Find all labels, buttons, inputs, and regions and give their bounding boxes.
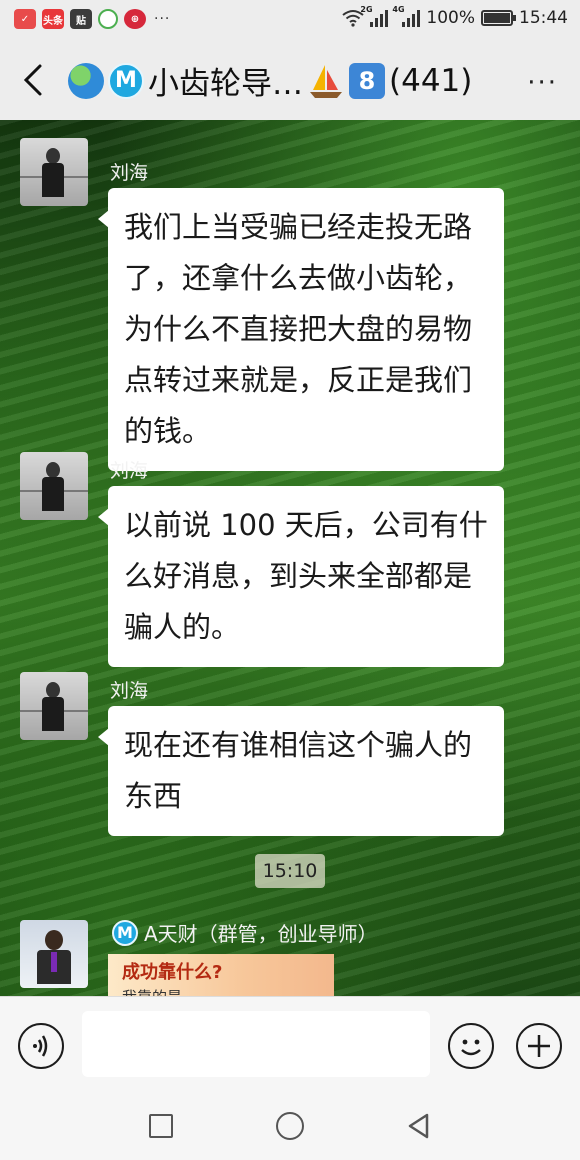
network-type-label: 2G (360, 5, 373, 14)
message-input[interactable] (82, 1011, 430, 1077)
status-bar: ✓ 头条 贴 ⊕ ··· 2G 4G 100% 15:44 (0, 0, 580, 40)
avatar[interactable] (20, 452, 88, 520)
sender-name: M A天财（群管，创业导师） (112, 918, 378, 947)
message-bubble[interactable]: 现在还有谁相信这个骗人的东西 (98, 706, 504, 836)
battery-icon (481, 10, 516, 26)
home-icon[interactable] (276, 1112, 304, 1140)
chat-title: M 小齿轮导… 8 (441) (68, 58, 472, 103)
member-count: (441) (389, 62, 473, 99)
toutiao-app-icon: 头条 (42, 9, 64, 29)
sender-name: 刘海 (110, 680, 149, 702)
card-title: 成功靠什么? (122, 962, 223, 983)
voice-icon (32, 1034, 47, 1057)
voice-input-button[interactable] (18, 1023, 64, 1069)
tieba-app-icon: 贴 (70, 9, 92, 29)
group-name: 小齿轮导… (148, 66, 303, 102)
sender-name: 刘海 (110, 460, 149, 482)
image-message-card[interactable]: 成功靠什么? 我靠的是 (108, 954, 334, 996)
battery-fill (484, 13, 510, 23)
card-subtitle: 我靠的是 (122, 986, 320, 996)
chat-header: M 小齿轮导… 8 (441) ··· (0, 40, 580, 120)
message-bubble[interactable]: 我们上当受骗已经走投无路了，还拿什么去做小齿轮，为什么不直接把大盘的易物点转过来… (98, 188, 504, 471)
avatar[interactable] (20, 920, 88, 988)
m-emoji-icon: M (112, 919, 138, 946)
back-triangle-icon[interactable] (405, 1112, 433, 1140)
app-icon: ✓ (14, 9, 36, 29)
add-more-button[interactable] (516, 1023, 562, 1069)
battery-percent: 100% (426, 8, 475, 28)
more-options-icon[interactable]: ··· (527, 68, 558, 98)
avatar[interactable] (20, 138, 88, 206)
avatar[interactable] (20, 672, 88, 740)
sender-name: 刘海 (110, 162, 149, 184)
chat-area[interactable]: 刘海 我们上当受骗已经走投无路了，还拿什么去做小齿轮，为什么不直接把大盘的易物点… (0, 120, 580, 996)
smiley-icon (460, 1039, 481, 1055)
clock: 15:44 (519, 8, 568, 28)
network-type-label: 4G (392, 5, 405, 14)
m-emoji-icon: M (108, 62, 144, 99)
keycap-eight-icon: 8 (349, 62, 385, 99)
app-icon (98, 9, 118, 29)
sailboat-emoji-icon (310, 64, 342, 98)
globe-emoji-icon (68, 62, 104, 99)
signal-icon: 2G (360, 5, 389, 27)
signal-icon: 4G (392, 5, 421, 27)
input-bar (0, 996, 580, 1088)
plus-icon (527, 1034, 550, 1057)
system-navigation-bar (0, 1088, 580, 1160)
bank-app-icon: ⊕ (124, 9, 146, 29)
message-timestamp: 15:10 (255, 854, 325, 888)
recent-apps-icon[interactable] (149, 1114, 173, 1138)
back-arrow-icon[interactable] (18, 62, 48, 98)
message-bubble[interactable]: 以前说 100 天后，公司有什么好消息，到头来全部都是骗人的。 (98, 486, 504, 667)
notification-more-icon: ··· (154, 11, 171, 27)
sender-name-text: A天财（群管，创业导师） (144, 922, 378, 946)
emoji-button[interactable] (448, 1023, 494, 1069)
